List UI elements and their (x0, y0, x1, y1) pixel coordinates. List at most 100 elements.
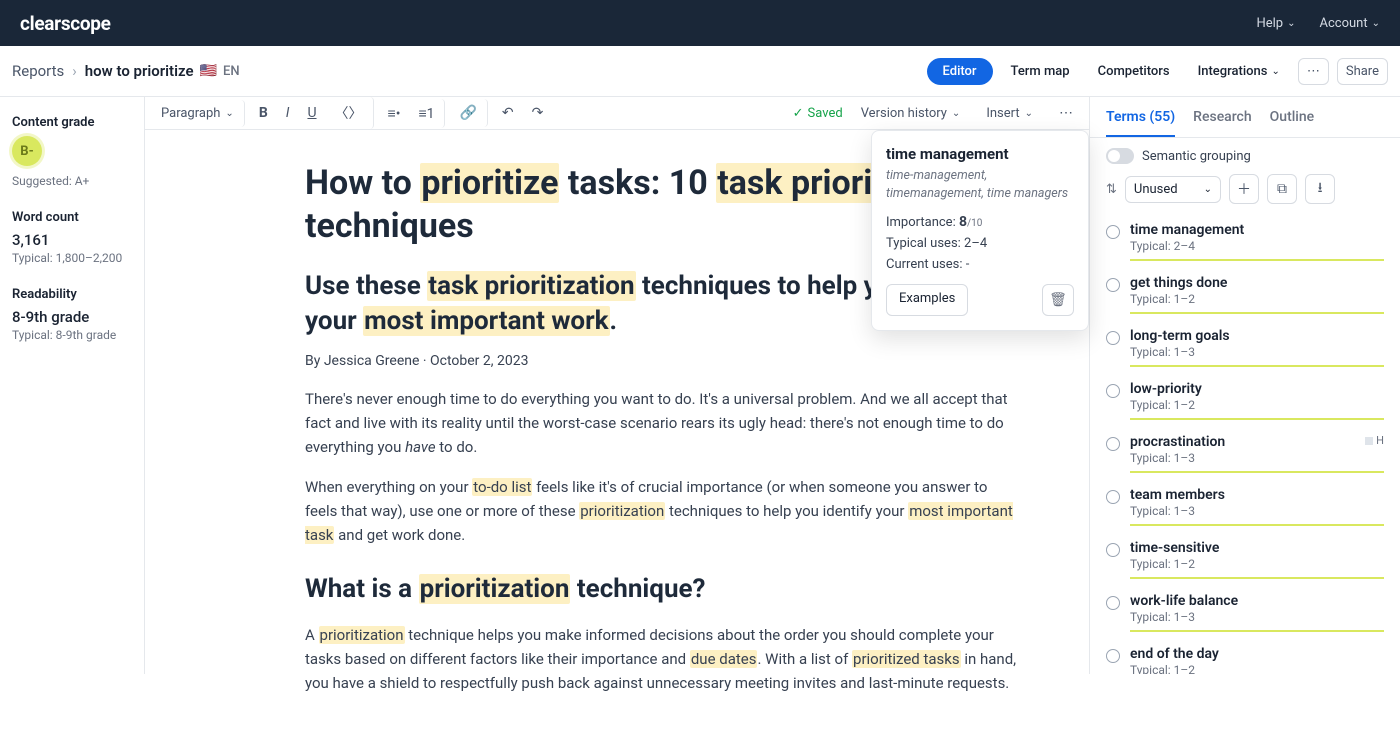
breadcrumb-current: how to prioritize 🇺🇸 EN (85, 62, 240, 80)
term-name: low-priority (1130, 381, 1202, 397)
term-row[interactable]: time managementTypical: 2–4 (1090, 214, 1400, 267)
breadcrumb-root[interactable]: Reports (12, 62, 64, 80)
insert-menu[interactable]: Insert ⌄ (978, 100, 1041, 127)
term-typical: Typical: 1–2 (1130, 557, 1384, 571)
breadcrumb: Reports › how to prioritize 🇺🇸 EN (12, 62, 240, 80)
chevron-down-icon: ⌄ (225, 108, 233, 119)
term-row[interactable]: long-term goalsTypical: 1–3 (1090, 320, 1400, 373)
editor-toolbar: Paragraph⌄ B I U 〈〉 ≡• ≡1 🔗 ↶ ↷ ✓Saved V… (145, 97, 1089, 130)
italic-button[interactable]: I (278, 99, 298, 127)
term-typical: Typical: 1–3 (1130, 504, 1384, 518)
tab-research[interactable]: Research (1193, 109, 1251, 137)
paragraph: A prioritization technique helps you mak… (305, 623, 1019, 695)
term-typical: Typical: 1–3 (1130, 451, 1384, 465)
chevron-down-icon: ⌄ (1204, 184, 1212, 195)
bullet-list-button[interactable]: ≡• (380, 99, 409, 128)
chevron-down-icon: ⌄ (1271, 66, 1279, 77)
term-row[interactable]: low-priorityTypical: 1–2 (1090, 373, 1400, 426)
tab-terms[interactable]: Terms (55) (1106, 109, 1175, 137)
sort-button[interactable]: ⇅ (1106, 182, 1117, 197)
term-status-icon (1106, 490, 1120, 504)
account-label: Account (1320, 16, 1368, 31)
term-name: procrastination (1130, 434, 1225, 450)
popover-variants: time-management, timemanagement, time ma… (886, 167, 1074, 202)
term-tag: H (1365, 434, 1384, 447)
term-row[interactable]: team membersTypical: 1–3 (1090, 479, 1400, 532)
byline: By Jessica Greene · October 2, 2023 (305, 353, 1019, 369)
tab-terms-count: (55) (1149, 109, 1175, 125)
term-row[interactable]: end of the dayTypical: 1–2 (1090, 638, 1400, 674)
tab-competitors[interactable]: Competitors (1088, 58, 1180, 85)
term-typical: Typical: 1–3 (1130, 610, 1384, 624)
redo-icon: ↷ (532, 105, 544, 121)
tab-terms-label: Terms (1106, 109, 1146, 125)
term-typical: Typical: 1–2 (1130, 663, 1384, 674)
tag-square-icon (1365, 437, 1373, 445)
grade-suggested: Suggested: A+ (12, 174, 132, 188)
chevron-down-icon: ⌄ (1025, 108, 1033, 119)
readability-value: 8-9th grade (12, 308, 132, 326)
undo-icon: ↶ (502, 105, 514, 121)
word-count-typical: Typical: 1,800–2,200 (12, 251, 132, 265)
term-status-icon (1106, 437, 1120, 451)
term-row[interactable]: get things doneTypical: 1–2 (1090, 267, 1400, 320)
sub-nav: Reports › how to prioritize 🇺🇸 EN Editor… (0, 46, 1400, 97)
examples-button[interactable]: Examples (886, 284, 968, 316)
share-button[interactable]: Share (1337, 58, 1388, 85)
delete-term-button[interactable]: 🗑 (1042, 284, 1074, 316)
underline-button[interactable]: U (299, 99, 324, 127)
term-name: work-life balance (1130, 593, 1238, 609)
tab-outline[interactable]: Outline (1270, 109, 1315, 137)
flag-icon: 🇺🇸 (200, 63, 217, 79)
term-row[interactable]: time-sensitiveTypical: 1–2 (1090, 532, 1400, 585)
term-name: team members (1130, 487, 1225, 503)
code-icon: 〈〉 (335, 103, 363, 123)
download-icon: ⭳ (1318, 177, 1323, 201)
terms-panel: Terms (55) Research Outline Semantic gro… (1090, 97, 1400, 674)
link-icon: 🔗 (459, 105, 476, 121)
term-row[interactable]: procrastination H Typical: 1–3 (1090, 426, 1400, 479)
bold-icon: B (259, 105, 268, 121)
version-history-menu[interactable]: Version history⌄ (853, 100, 969, 127)
word-count-label: Word count (12, 210, 132, 225)
help-menu[interactable]: Help⌄ (1256, 16, 1295, 31)
tab-integrations[interactable]: Integrations⌄ (1188, 58, 1290, 85)
add-term-button[interactable]: ＋ (1229, 174, 1259, 204)
redo-button[interactable]: ↷ (524, 99, 552, 127)
paragraph: There's never enough time to do everythi… (305, 387, 1019, 459)
chevron-down-icon: ⌄ (1287, 18, 1295, 29)
code-button[interactable]: 〈〉 (327, 97, 374, 129)
term-name: time-sensitive (1130, 540, 1219, 556)
block-style-select[interactable]: Paragraph⌄ (153, 100, 245, 127)
more-button[interactable]: ⋯ (1298, 58, 1329, 85)
bold-button[interactable]: B (251, 99, 276, 127)
chevron-right-icon: › (72, 62, 77, 80)
terms-list: time managementTypical: 2–4get things do… (1090, 214, 1400, 674)
filter-select[interactable]: Unused⌄ (1125, 176, 1221, 203)
account-menu[interactable]: Account⌄ (1320, 16, 1381, 31)
term-typical: Typical: 1–2 (1130, 398, 1384, 412)
chevron-down-icon: ⌄ (952, 108, 960, 119)
semantic-grouping-toggle[interactable] (1106, 148, 1134, 164)
tab-term-map[interactable]: Term map (1001, 58, 1080, 85)
toolbar-more-button[interactable]: ⋯ (1051, 99, 1081, 127)
term-name: time management (1130, 222, 1244, 238)
undo-button[interactable]: ↶ (494, 99, 522, 127)
term-status-icon (1106, 278, 1120, 292)
download-button[interactable]: ⭳ (1305, 174, 1335, 204)
term-row[interactable]: work-life balanceTypical: 1–3 (1090, 585, 1400, 638)
breadcrumb-title: how to prioritize (85, 62, 194, 80)
term-typical: Typical: 1–3 (1130, 345, 1384, 359)
semantic-grouping-label: Semantic grouping (1142, 149, 1251, 164)
numbered-list-button[interactable]: ≡1 (410, 99, 445, 128)
saved-status: ✓Saved (793, 106, 843, 121)
grade-badge: B- (12, 136, 42, 166)
popover-typical: Typical uses: 2–4 (886, 236, 1074, 251)
copy-button[interactable]: ⧉ (1267, 174, 1297, 204)
more-icon: ⋯ (1307, 64, 1320, 79)
insert-label: Insert (986, 106, 1019, 121)
link-button[interactable]: 🔗 (451, 99, 487, 127)
tab-editor[interactable]: Editor (927, 58, 993, 85)
copy-icon: ⧉ (1277, 181, 1287, 197)
integrations-label: Integrations (1198, 64, 1268, 79)
